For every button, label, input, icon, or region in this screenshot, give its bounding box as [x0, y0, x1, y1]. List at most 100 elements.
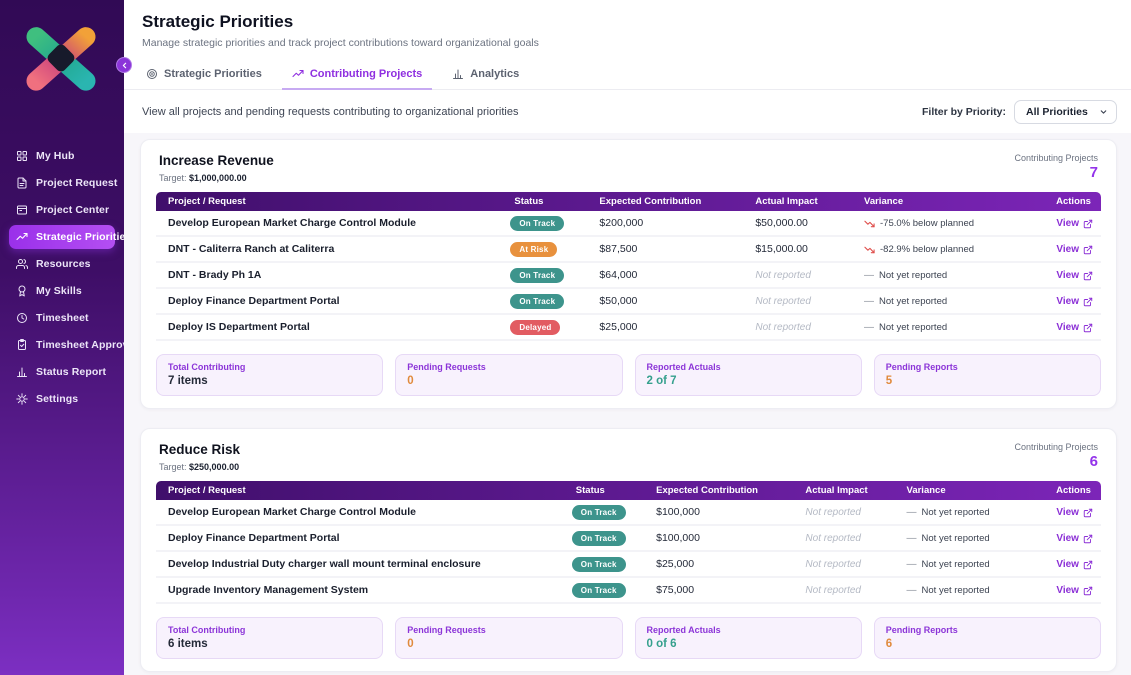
view-link[interactable]: View [1056, 533, 1093, 544]
actual-impact: Not reported [801, 507, 902, 518]
view-link-label: View [1056, 322, 1079, 333]
actual-impact: Not reported [751, 296, 860, 307]
view-link[interactable]: View [1056, 218, 1093, 229]
sidebar-item-project-center[interactable]: Project Center [9, 198, 115, 222]
sidebar-item-label: My Skills [36, 285, 82, 297]
project-name: Develop European Market Charge Control M… [156, 217, 510, 229]
sidebar-item-strategic-priorities[interactable]: Strategic Priorities [9, 225, 115, 249]
actual-impact: Not reported [801, 559, 902, 570]
sidebar-item-my-hub[interactable]: My Hub [9, 144, 115, 168]
variance-text: Not yet reported [922, 507, 990, 518]
sidebar-item-my-skills[interactable]: My Skills [9, 279, 115, 303]
page-title: Strategic Priorities [142, 12, 1111, 32]
sidebar-item-timesheet[interactable]: Timesheet [9, 306, 115, 330]
page-subtitle: Manage strategic priorities and track pr… [142, 37, 1111, 49]
summary-box-pending-requests: Pending Requests 0 [395, 617, 622, 659]
actual-impact: Not reported [751, 322, 860, 333]
tab-contributing-projects[interactable]: Contributing Projects [282, 62, 432, 90]
status-cell: On Track [510, 268, 595, 283]
summary-value: 5 [886, 375, 1089, 387]
contributing-projects-label: Contributing Projects [1014, 442, 1098, 452]
view-link[interactable]: View [1056, 559, 1093, 570]
variance-text: Not yet reported [879, 322, 947, 333]
actions-cell: View [1035, 295, 1101, 307]
actual-impact: Not reported [801, 585, 902, 596]
priority-target: Target: $250,000.00 [159, 462, 240, 472]
summary-row: Total Contributing 7 items Pending Reque… [156, 354, 1101, 396]
sidebar-item-timesheet-approvals[interactable]: Timesheet Approvals [9, 333, 115, 357]
external-link-icon [1083, 297, 1093, 307]
target-label: Target: [159, 173, 187, 183]
summary-box-pending-reports: Pending Reports 5 [874, 354, 1101, 396]
summary-value: 2 of 7 [647, 375, 850, 387]
view-link[interactable]: View [1056, 507, 1093, 518]
view-link[interactable]: View [1056, 270, 1093, 281]
tab-analytics[interactable]: Analytics [442, 62, 529, 90]
external-link-icon [1083, 271, 1093, 281]
actions-cell: View [1035, 243, 1101, 255]
target-icon [146, 68, 158, 80]
view-link-label: View [1056, 533, 1079, 544]
variance-text: -82.9% below planned [880, 244, 974, 255]
tab-strategic-priorities[interactable]: Strategic Priorities [136, 62, 272, 90]
summary-value: 0 [407, 375, 610, 387]
priority-card-reduce-risk: Reduce Risk Target: $250,000.00 Contribu… [140, 428, 1117, 672]
target-value: $250,000.00 [189, 462, 239, 472]
variance: —Not yet reported [860, 296, 1035, 307]
priority-name: Increase Revenue [159, 153, 274, 168]
view-link[interactable]: View [1056, 296, 1093, 307]
sidebar-item-resources[interactable]: Resources [9, 252, 115, 276]
actions-cell: View [1035, 321, 1101, 333]
sidebar-item-project-request[interactable]: Project Request [9, 171, 115, 195]
actions-cell: View [1035, 217, 1101, 229]
sidebar-item-status-report[interactable]: Status Report [9, 360, 115, 384]
actions-cell: View [1035, 269, 1101, 281]
column-header-status: Status [572, 485, 652, 496]
variance: —Not yet reported [903, 559, 1035, 570]
variance-text: Not yet reported [922, 533, 990, 544]
column-header-project-request: Project / Request [156, 485, 572, 496]
table-row: Deploy Finance Department Portal On Trac… [156, 289, 1101, 315]
sidebar-item-label: Settings [36, 393, 78, 405]
target-value: $1,000,000.00 [189, 173, 247, 183]
clipboard-check-icon [16, 339, 28, 351]
sidebar-nav: My Hub Project Request Project Center St… [0, 144, 124, 411]
status-badge: On Track [510, 268, 564, 283]
target-label: Target: [159, 462, 187, 472]
grid-icon [16, 150, 28, 162]
contributing-projects-label: Contributing Projects [1014, 153, 1098, 163]
status-badge: On Track [572, 557, 626, 572]
column-header-status: Status [510, 196, 595, 207]
contributing-projects-count: 6 [1014, 453, 1098, 470]
project-name: Deploy Finance Department Portal [156, 295, 510, 307]
actions-cell: View [1035, 506, 1101, 518]
file-text-icon [16, 177, 28, 189]
view-link[interactable]: View [1056, 585, 1093, 596]
section-description: View all projects and pending requests c… [142, 106, 518, 118]
external-link-icon [1083, 560, 1093, 570]
status-cell: On Track [572, 583, 652, 598]
expected-contribution: $75,000 [652, 584, 801, 596]
summary-label: Pending Reports [886, 362, 1089, 372]
view-link[interactable]: View [1056, 244, 1093, 255]
view-link[interactable]: View [1056, 322, 1093, 333]
summary-label: Pending Reports [886, 625, 1089, 635]
table-row: Upgrade Inventory Management System On T… [156, 578, 1101, 604]
project-name: Develop European Market Charge Control M… [156, 506, 572, 518]
table-header: Project / RequestStatusExpected Contribu… [156, 192, 1101, 211]
priority-filter-select[interactable]: All Priorities [1014, 100, 1117, 124]
bar-chart-icon [16, 366, 28, 378]
view-link-label: View [1056, 218, 1079, 229]
trending-down-icon [864, 244, 875, 255]
table-row: DNT - Brady Ph 1A On Track $64,000 Not r… [156, 263, 1101, 289]
variance: — Not yet reported [903, 507, 1035, 518]
sidebar-item-settings[interactable]: Settings [9, 387, 115, 411]
variance-text: -75.0% below planned [880, 218, 974, 229]
status-cell: On Track [572, 531, 652, 546]
chevron-left-icon [120, 61, 129, 70]
column-header-expected-contribution: Expected Contribution [595, 196, 751, 207]
projects-table: Project / RequestStatusExpected Contribu… [156, 192, 1101, 341]
sidebar-collapse-button[interactable] [116, 57, 132, 73]
dash-icon: — [907, 507, 917, 518]
summary-row: Total Contributing 6 items Pending Reque… [156, 617, 1101, 659]
